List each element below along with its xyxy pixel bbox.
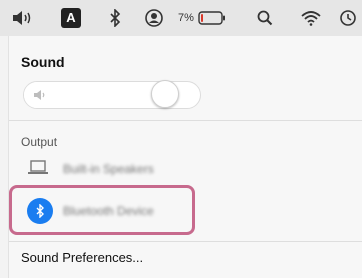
wifi-icon[interactable]	[300, 8, 322, 28]
output-device-item[interactable]: Built-in Speakers	[9, 154, 362, 184]
time-machine-icon-glyph	[340, 10, 356, 26]
volume-icon-glyph	[13, 11, 31, 25]
time-machine-icon[interactable]	[338, 8, 358, 28]
bluetooth-icon[interactable]	[106, 8, 124, 28]
speaker-small-icon	[33, 88, 47, 106]
bluetooth-icon	[27, 198, 53, 224]
search-icon[interactable]	[256, 8, 274, 28]
battery-status[interactable]: 7%	[178, 8, 240, 28]
battery-icon	[198, 11, 225, 25]
menu-bar: A 7%	[0, 0, 362, 36]
wifi-icon-glyph	[301, 11, 321, 26]
sound-section-title: Sound	[21, 54, 65, 70]
divider	[9, 241, 362, 242]
laptop-icon	[27, 160, 49, 181]
volume-slider-knob[interactable]	[151, 80, 179, 108]
input-source-icon[interactable]: A	[60, 8, 82, 28]
user-icon-glyph	[145, 9, 163, 27]
sound-preferences-menu-item[interactable]: Sound Preferences...	[21, 250, 143, 265]
output-section-label: Output	[21, 135, 58, 149]
bluetooth-icon-glyph	[110, 9, 121, 27]
sound-menu-panel: Sound Output Built-in Speakers Bluetooth…	[8, 36, 362, 278]
search-icon-glyph	[257, 10, 273, 26]
output-device-name: Built-in Speakers	[63, 162, 154, 176]
divider	[9, 120, 362, 121]
user-icon[interactable]	[144, 8, 164, 28]
volume-icon[interactable]	[10, 8, 36, 28]
output-device-name: Bluetooth Device	[63, 204, 154, 218]
battery-percent: 7%	[178, 12, 194, 24]
input-source-label: A	[61, 8, 81, 28]
